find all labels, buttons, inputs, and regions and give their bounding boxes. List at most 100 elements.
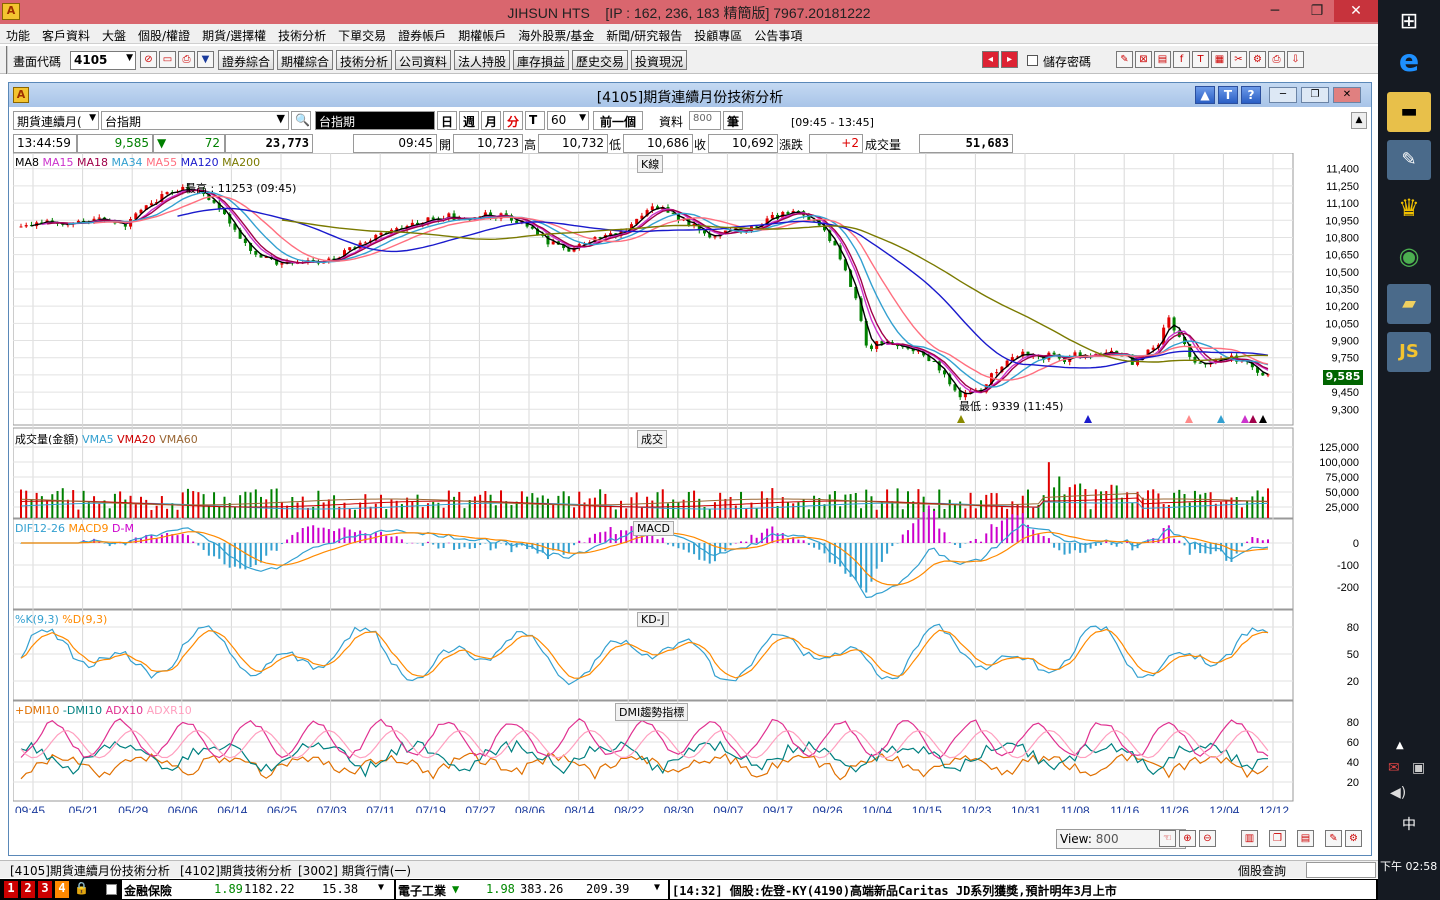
- menu-securities-account[interactable]: 證券帳戶: [392, 24, 452, 44]
- text-icon[interactable]: T: [1192, 51, 1209, 68]
- search-icon[interactable]: ⊘: [140, 51, 157, 68]
- menu-futures-account[interactable]: 期權帳戶: [452, 24, 512, 44]
- period-minute-button[interactable]: 分: [503, 111, 523, 130]
- page-3-button[interactable]: 3: [38, 881, 52, 898]
- news-ticker[interactable]: [14:32] 個股:佐登-KY(4190)高端新品Caritas JD系列獲獎…: [670, 880, 1376, 899]
- internet-explorer-icon[interactable]: e: [1387, 42, 1431, 82]
- investment-status-button[interactable]: 投資現況: [631, 50, 688, 70]
- tools-icon[interactable]: ✂: [1230, 51, 1247, 68]
- indicator-icon[interactable]: ▥: [1241, 830, 1258, 847]
- windows-start-icon[interactable]: ⊞: [1387, 2, 1431, 42]
- dropdown-arrow-icon[interactable]: ▼: [277, 112, 285, 125]
- gear-icon[interactable]: ⚙: [1345, 830, 1362, 847]
- menu-overseas[interactable]: 海外股票/基金: [512, 24, 600, 44]
- technical-chart[interactable]: 09:45 05/21 05/29 06/06 06/14 06/25 07/03 07/11…: [12, 152, 1367, 818]
- menu-market[interactable]: 大盤: [96, 24, 132, 44]
- inner-minimize-button[interactable]: ─: [1269, 87, 1297, 103]
- triangle-up-icon[interactable]: ▲: [1195, 86, 1215, 104]
- chevron-down-icon[interactable]: ▼: [378, 882, 384, 893]
- institutional-holdings-button[interactable]: 法人持股: [454, 50, 511, 70]
- window-icon[interactable]: ▭: [159, 51, 176, 68]
- chevron-down-icon[interactable]: ▼: [654, 882, 660, 893]
- menu-stock[interactable]: 個股/權證: [132, 24, 196, 44]
- arrow-right-icon[interactable]: ▸: [1001, 51, 1018, 68]
- lock-icon[interactable]: 🔒: [74, 881, 89, 895]
- edit-icon[interactable]: ✎: [1116, 51, 1133, 68]
- securities-combo-button[interactable]: 證券綜合: [218, 50, 275, 70]
- network-icon[interactable]: ▣: [1412, 760, 1425, 776]
- previous-button[interactable]: 前一個: [593, 111, 643, 130]
- chevron-down-icon[interactable]: ▼: [89, 113, 96, 123]
- volume-icon[interactable]: ◀): [1390, 785, 1406, 801]
- menu-customer[interactable]: 客戶資料: [36, 24, 96, 44]
- sector2-box[interactable]: 電子工業 ▼ 1.98 383.26 209.39 ▼: [396, 880, 668, 899]
- notes-icon[interactable]: ▰: [1387, 284, 1431, 324]
- period-week-button[interactable]: 週: [459, 111, 479, 130]
- product-name-input[interactable]: 台指期 ▼: [101, 111, 289, 130]
- chevron-down-icon[interactable]: ▼: [579, 113, 586, 123]
- period-tick-button[interactable]: T: [525, 111, 545, 130]
- chevron-down-icon[interactable]: ▼: [126, 53, 133, 63]
- copy-icon[interactable]: ❐: [1269, 830, 1286, 847]
- period-month-button[interactable]: 月: [481, 111, 501, 130]
- layout-icon[interactable]: ▤: [1154, 51, 1171, 68]
- tab-3002[interactable]: [3002] 期貨行情(一): [298, 862, 411, 879]
- page-2-button[interactable]: 2: [21, 881, 35, 898]
- grid-icon[interactable]: ▦: [1211, 51, 1228, 68]
- menu-order[interactable]: 下單交易: [332, 24, 392, 44]
- zoom-out-icon[interactable]: ⊖: [1199, 830, 1216, 847]
- screen-code-input[interactable]: 4105 ▼: [70, 51, 136, 70]
- options-combo-button[interactable]: 期權綜合: [277, 50, 334, 70]
- sector1-box[interactable]: 金融保險 1.89 1182.22 15.38 ▼: [122, 880, 394, 899]
- chrome-icon[interactable]: ◉: [1387, 236, 1431, 276]
- pan-icon[interactable]: ☜: [1159, 830, 1176, 847]
- page-4-button[interactable]: 4: [55, 881, 69, 898]
- zoom-in-icon[interactable]: ⊕: [1179, 830, 1196, 847]
- draw-icon[interactable]: ✎: [1325, 830, 1342, 847]
- print-icon[interactable]: ⎙: [178, 51, 195, 68]
- crown-icon[interactable]: ♛: [1387, 188, 1431, 228]
- stock-query-input[interactable]: [1306, 862, 1376, 878]
- product-type-select[interactable]: 期貨連續月(▼: [13, 111, 99, 130]
- inner-close-button[interactable]: ✕: [1333, 87, 1361, 103]
- tray-up-icon[interactable]: ▲: [1396, 740, 1404, 751]
- menu-news[interactable]: 新聞/研究報告: [600, 24, 688, 44]
- file-explorer-icon[interactable]: ▬: [1387, 92, 1431, 132]
- menu-function[interactable]: 功能: [0, 24, 36, 44]
- minute-select[interactable]: 60 ▼: [547, 111, 589, 130]
- printer-icon[interactable]: ⎙: [1268, 51, 1285, 68]
- page-1-button[interactable]: 1: [4, 881, 18, 898]
- paint-icon[interactable]: ✎: [1387, 140, 1431, 180]
- menu-futures[interactable]: 期貨/選擇權: [196, 24, 272, 44]
- menu-announcements[interactable]: 公告事項: [748, 24, 808, 44]
- data-count-input[interactable]: 800: [689, 111, 721, 130]
- zoom-icon[interactable]: ⊠: [1135, 51, 1152, 68]
- inner-restore-button[interactable]: ❐: [1301, 87, 1329, 103]
- tab-4102[interactable]: [4102]期貨技術分析: [180, 862, 292, 879]
- tab-4105[interactable]: [4105]期貨連續月份技術分析: [10, 862, 170, 879]
- inventory-pnl-button[interactable]: 庫存損益: [513, 50, 570, 70]
- table-icon[interactable]: ▤: [1297, 830, 1314, 847]
- minimize-button[interactable]: ─: [1260, 0, 1290, 22]
- scroll-up-button[interactable]: ▲: [1351, 112, 1367, 129]
- company-info-button[interactable]: 公司資料: [395, 50, 452, 70]
- jihsun-icon[interactable]: JS: [1387, 332, 1431, 372]
- help-icon[interactable]: ?: [1241, 86, 1261, 104]
- settings-icon[interactable]: ⚙: [1249, 51, 1266, 68]
- format-icon[interactable]: f: [1173, 51, 1190, 68]
- history-trade-button[interactable]: 歷史交易: [572, 50, 629, 70]
- technical-analysis-button[interactable]: 技術分析: [336, 50, 393, 70]
- tray-shield-icon[interactable]: ✉: [1388, 760, 1400, 776]
- search-icon[interactable]: 🔍: [291, 111, 311, 130]
- data-unit-button[interactable]: 筆: [723, 111, 743, 130]
- restore-button[interactable]: ❐: [1302, 0, 1332, 22]
- export-icon[interactable]: ⇩: [1287, 51, 1304, 68]
- close-button[interactable]: ✕: [1334, 0, 1378, 22]
- ticker-checkbox[interactable]: [106, 884, 117, 895]
- period-day-button[interactable]: 日: [437, 111, 457, 130]
- arrow-left-icon[interactable]: ◂: [982, 51, 999, 68]
- template-icon[interactable]: T: [1218, 86, 1238, 104]
- dropdown-icon[interactable]: ▼: [197, 51, 214, 68]
- menu-technical[interactable]: 技術分析: [272, 24, 332, 44]
- save-password-checkbox[interactable]: [1027, 55, 1038, 66]
